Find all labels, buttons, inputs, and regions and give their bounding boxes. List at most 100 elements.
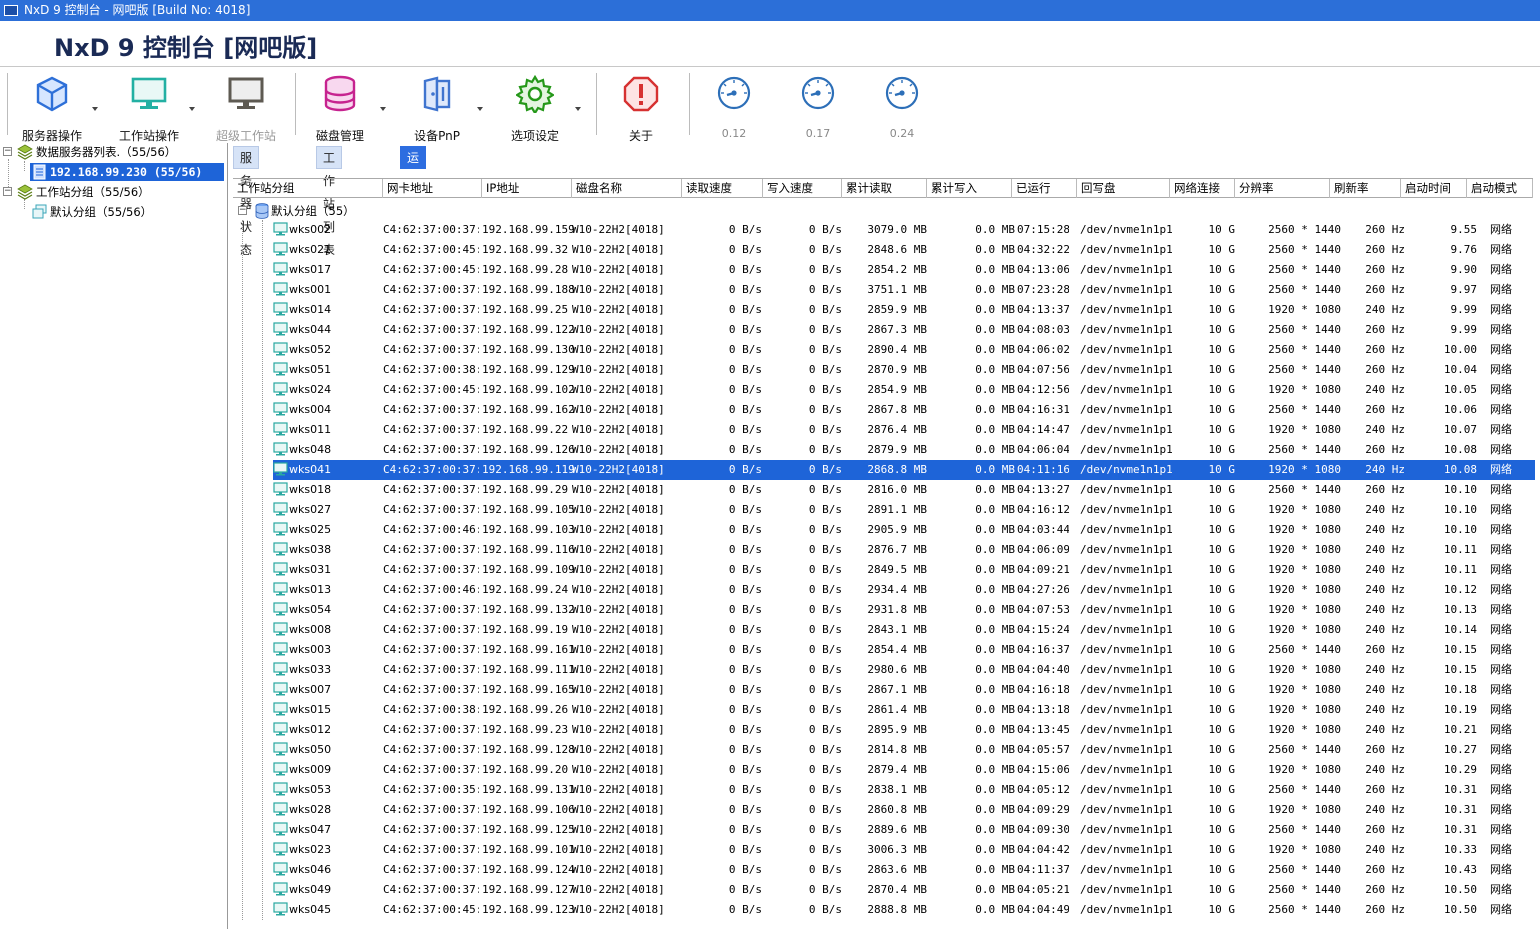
cell-3: W10-22H2[4018] bbox=[572, 843, 665, 856]
table-row[interactable]: wks001C4:62:37:00:37:B7192.168.99.188W10… bbox=[273, 280, 1535, 300]
table-row[interactable]: wks028C4:62:37:00:37:38192.168.99.106W10… bbox=[273, 800, 1535, 820]
cell-2: 192.168.99.23 bbox=[482, 723, 569, 736]
table-row[interactable]: wks048C4:62:37:00:37:D0192.168.99.126W10… bbox=[273, 440, 1535, 460]
cell-9: /dev/nvme1n1p1 bbox=[1080, 583, 1172, 596]
workstation-icon bbox=[273, 422, 288, 436]
table-row[interactable]: wks014C4:62:37:00:37:AF192.168.99.25W10-… bbox=[273, 300, 1535, 320]
cell-7: 0.0 MB bbox=[975, 823, 1015, 836]
tree-label: 192.168.99.230 (55/56) bbox=[50, 165, 203, 179]
column-header-10[interactable]: 网络连接 bbox=[1170, 179, 1235, 198]
grid-header: 工作站分组 网卡地址 IP地址 磁盘名称 读取速度 写入速度 累计读取 累计写入 已运行 回写盘网… bbox=[233, 178, 1533, 198]
table-row[interactable]: wks041C4:62:37:00:37:F1192.168.99.119W10… bbox=[273, 460, 1535, 480]
cell-6: 2876.7 MB bbox=[867, 543, 927, 556]
toolbar-button-2[interactable]: 超级工作站 bbox=[198, 73, 294, 143]
table-row[interactable]: wks009C4:62:37:00:37:D9192.168.99.20W10-… bbox=[273, 760, 1535, 780]
cell-5: 0 B/s bbox=[808, 763, 842, 776]
table-row[interactable]: wks049C4:62:37:00:37:CD192.168.99.127W10… bbox=[273, 880, 1535, 900]
column-header-13[interactable]: 启动时间 bbox=[1401, 179, 1467, 198]
column-header-12[interactable]: 刷新率 bbox=[1330, 179, 1401, 198]
table-row[interactable]: wks007C4:62:37:00:37:CC192.168.99.165W10… bbox=[273, 680, 1535, 700]
dropdown-arrow-icon[interactable] bbox=[189, 107, 195, 111]
table-row[interactable]: wks047C4:62:37:00:37:CF192.168.99.125W10… bbox=[273, 820, 1535, 840]
cell-3: W10-22H2[4018] bbox=[572, 643, 665, 656]
table-row[interactable]: wks046C4:62:37:00:37:B1192.168.99.124W10… bbox=[273, 860, 1535, 880]
table-row[interactable]: wks012C4:62:37:00:37:E8192.168.99.23W10-… bbox=[273, 720, 1535, 740]
table-row[interactable]: wks025C4:62:37:00:46:0E192.168.99.103W10… bbox=[273, 520, 1535, 540]
table-row[interactable]: wks024C4:62:37:00:45:EC192.168.99.102W10… bbox=[273, 380, 1535, 400]
table-row[interactable]: wks003C4:62:37:00:37:DA192.168.99.161W10… bbox=[273, 640, 1535, 660]
cell-12: 260 Hz bbox=[1365, 903, 1405, 916]
table-row[interactable]: wks050C4:62:37:00:37:B6192.168.99.128W10… bbox=[273, 740, 1535, 760]
dropdown-arrow-icon[interactable] bbox=[92, 107, 98, 111]
table-row[interactable]: wks013C4:62:37:00:46:1E192.168.99.24W10-… bbox=[273, 580, 1535, 600]
toolbar-button-6[interactable]: 关于 bbox=[593, 73, 689, 143]
column-header-11[interactable]: 分辨率 bbox=[1235, 179, 1330, 198]
column-header-7[interactable]: 累计写入 bbox=[927, 179, 1012, 198]
table-row[interactable]: wks008C4:62:37:00:37:BB192.168.99.19W10-… bbox=[273, 620, 1535, 640]
toolbar-button-8[interactable]: 0.17 bbox=[770, 73, 866, 141]
cell-2: 192.168.99.116 bbox=[482, 543, 574, 556]
collapse-icon[interactable]: − bbox=[238, 206, 247, 215]
column-header-1[interactable]: 网卡地址 bbox=[383, 179, 482, 198]
table-row[interactable]: wks011C4:62:37:00:37:B8192.168.99.22W10-… bbox=[273, 420, 1535, 440]
about-alert-icon bbox=[593, 75, 689, 113]
table-row[interactable]: wks052C4:62:37:00:37:C5192.168.99.130W10… bbox=[273, 340, 1535, 360]
cell-13: 10.15 bbox=[1443, 643, 1477, 656]
table-row[interactable]: wks044C4:62:37:00:37:F2192.168.99.122W10… bbox=[273, 320, 1535, 340]
column-header-0[interactable]: 工作站分组 bbox=[233, 179, 383, 198]
column-header-2[interactable]: IP地址 bbox=[482, 179, 572, 198]
cell-12: 260 Hz bbox=[1365, 363, 1405, 376]
toolbar-button-4[interactable]: 设备PnP bbox=[389, 73, 485, 143]
table-row[interactable]: wks045C4:62:37:00:45:EB192.168.99.123W10… bbox=[273, 900, 1535, 920]
cell-11: 2560 * 1440 bbox=[1268, 783, 1341, 796]
toolbar-button-7[interactable]: 0.12 bbox=[686, 73, 782, 141]
window-system-icon[interactable] bbox=[4, 5, 18, 16]
table-row[interactable]: wks023C4:62:37:00:37:D3192.168.99.101W10… bbox=[273, 840, 1535, 860]
cell-2: 192.168.99.122 bbox=[482, 323, 574, 336]
table-row[interactable]: wks021C4:62:37:00:45:E4192.168.99.32W10-… bbox=[273, 240, 1535, 260]
table-row[interactable]: wks017C4:62:37:00:45:EE192.168.99.28W10-… bbox=[273, 260, 1535, 280]
table-row[interactable]: wks031C4:62:37:00:37:B9192.168.99.109W10… bbox=[273, 560, 1535, 580]
dropdown-arrow-icon[interactable] bbox=[477, 107, 483, 111]
column-header-5[interactable]: 写入速度 bbox=[763, 179, 842, 198]
toolbar-button-3[interactable]: 磁盘管理 bbox=[292, 73, 388, 143]
dropdown-arrow-icon[interactable] bbox=[575, 107, 581, 111]
tree-node-server-ip[interactable]: 192.168.99.230 (55/56) bbox=[30, 163, 224, 181]
dropdown-arrow-icon[interactable] bbox=[380, 107, 386, 111]
tree-line bbox=[262, 220, 263, 920]
cell-13: 10.15 bbox=[1443, 663, 1477, 676]
workstation-icon bbox=[273, 622, 288, 636]
table-row[interactable]: wks053C4:62:37:00:35:AC192.168.99.131W10… bbox=[273, 780, 1535, 800]
toolbar-button-5[interactable]: 选项设定 bbox=[487, 73, 583, 143]
table-row[interactable]: wks018C4:62:37:00:37:AE192.168.99.29W10-… bbox=[273, 480, 1535, 500]
toolbar-button-1[interactable]: 工作站操作 bbox=[101, 73, 197, 143]
toolbar-button-0[interactable]: 服务器操作 bbox=[4, 73, 100, 143]
cell-7: 0.0 MB bbox=[975, 683, 1015, 696]
column-header-3[interactable]: 磁盘名称 bbox=[572, 179, 682, 198]
cell-1: C4:62:37:00:46:1E bbox=[383, 583, 479, 596]
table-row[interactable]: wks027C4:62:37:00:37:CE192.168.99.105W10… bbox=[273, 500, 1535, 520]
cell-7: 0.0 MB bbox=[975, 523, 1015, 536]
cell-7: 0.0 MB bbox=[975, 703, 1015, 716]
column-header-14[interactable]: 启动模式 bbox=[1467, 179, 1533, 198]
cell-13: 9.55 bbox=[1450, 223, 1478, 236]
column-header-6[interactable]: 累计读取 bbox=[842, 179, 927, 198]
column-header-9[interactable]: 回写盘 bbox=[1077, 179, 1170, 198]
collapse-icon[interactable]: − bbox=[3, 147, 12, 156]
table-row[interactable]: wks054C4:62:37:00:37:EF192.168.99.132W10… bbox=[273, 600, 1535, 620]
table-row[interactable]: wks038C4:62:37:00:37:AB192.168.99.116W10… bbox=[273, 540, 1535, 560]
tab-workstation-list[interactable]: 工作站列表 bbox=[316, 146, 343, 257]
table-row[interactable]: wks015C4:62:37:00:38:01192.168.99.26W10-… bbox=[273, 700, 1535, 720]
toolbar-button-label: 选项设定 bbox=[510, 129, 559, 143]
collapse-icon[interactable]: − bbox=[3, 187, 12, 196]
workstation-icon bbox=[273, 702, 288, 716]
table-row[interactable]: wks051C4:62:37:00:38:0D192.168.99.129W10… bbox=[273, 360, 1535, 380]
table-row[interactable]: wks033C4:62:37:00:37:DE192.168.99.111W10… bbox=[273, 660, 1535, 680]
table-row[interactable]: wks004C4:62:37:00:37:C8192.168.99.162W10… bbox=[273, 400, 1535, 420]
column-header-4[interactable]: 读取速度 bbox=[682, 179, 763, 198]
toolbar-button-9[interactable]: 0.24 bbox=[854, 73, 950, 141]
tab-server-status[interactable]: 服务器状态 bbox=[233, 146, 260, 257]
table-row[interactable]: wks002C4:62:37:00:37:E5192.168.99.159W10… bbox=[273, 220, 1535, 240]
tab-run-status[interactable]: 运行状态 bbox=[400, 146, 427, 234]
column-header-8[interactable]: 已运行 bbox=[1012, 179, 1077, 198]
